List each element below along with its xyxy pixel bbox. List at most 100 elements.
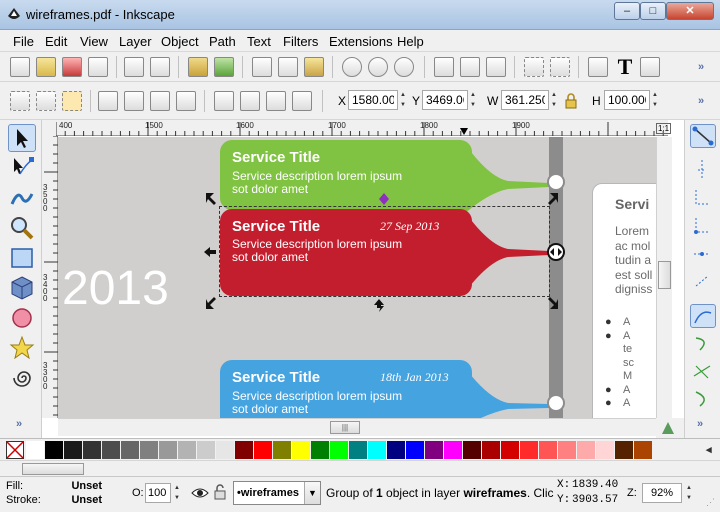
color-swatch[interactable] xyxy=(539,441,557,459)
x-field[interactable] xyxy=(348,90,398,110)
close-button[interactable]: ✕ xyxy=(666,2,714,20)
select-all-icon[interactable] xyxy=(10,91,30,111)
snap-paths-icon[interactable] xyxy=(690,332,716,356)
menu-extensions[interactable]: Extensions xyxy=(329,34,393,49)
color-swatch[interactable] xyxy=(178,441,196,459)
color-swatch[interactable] xyxy=(254,441,272,459)
visibility-eye-icon[interactable] xyxy=(191,485,209,501)
toolbox-overflow-icon[interactable]: » xyxy=(16,418,22,430)
lower-icon[interactable] xyxy=(266,91,286,111)
opacity-field[interactable] xyxy=(145,483,171,503)
horizontal-scrollbar[interactable]: ||| xyxy=(58,418,656,436)
3d-box-tool-icon[interactable] xyxy=(8,274,36,302)
flip-vertical-icon[interactable] xyxy=(176,91,196,111)
toolbar2-overflow-icon[interactable]: » xyxy=(698,95,704,107)
y-spinner[interactable]: ▲ ▼ xyxy=(468,90,478,110)
color-swatch[interactable] xyxy=(482,441,500,459)
menu-edit[interactable]: Edit xyxy=(45,34,67,49)
color-swatch[interactable] xyxy=(159,441,177,459)
ungroup-icon[interactable] xyxy=(550,57,570,77)
layer-dropdown[interactable]: •wireframes ▼ xyxy=(233,481,321,505)
zoom-selection-icon[interactable] xyxy=(342,57,362,77)
snap-bbox-midpoints-icon[interactable] xyxy=(690,242,716,266)
chevron-down-icon[interactable]: ▼ xyxy=(304,482,320,504)
color-swatch[interactable] xyxy=(292,441,310,459)
rectangle-tool-icon[interactable] xyxy=(8,244,36,272)
menu-text[interactable]: Text xyxy=(247,34,271,49)
color-swatch[interactable] xyxy=(330,441,348,459)
stroke-value[interactable]: Unset xyxy=(60,494,102,506)
menu-layer[interactable]: Layer xyxy=(119,34,152,49)
color-swatch[interactable] xyxy=(406,441,424,459)
zoom-spinner[interactable]: ▲ ▼ xyxy=(684,483,694,503)
zoom-drawing-icon[interactable] xyxy=(368,57,388,77)
paste-icon[interactable] xyxy=(304,57,324,77)
palette-menu-icon[interactable]: ◂ xyxy=(706,443,712,456)
snap-nodes-icon[interactable] xyxy=(690,304,716,328)
color-swatch[interactable] xyxy=(216,441,234,459)
import-icon[interactable] xyxy=(124,57,144,77)
export-icon[interactable] xyxy=(150,57,170,77)
node-tool-icon[interactable] xyxy=(8,154,36,182)
color-swatch[interactable] xyxy=(349,441,367,459)
menu-help[interactable]: Help xyxy=(397,34,424,49)
horizontal-scroll-thumb[interactable]: ||| xyxy=(330,421,360,434)
rotate-cw-icon[interactable] xyxy=(124,91,144,111)
raise-to-top-icon[interactable] xyxy=(214,91,234,111)
snap-bbox-edges-icon[interactable] xyxy=(690,186,716,210)
color-swatch[interactable] xyxy=(235,441,253,459)
snap-bbox-icon[interactable] xyxy=(690,158,716,182)
save-icon[interactable] xyxy=(62,57,82,77)
redo-icon[interactable] xyxy=(214,57,234,77)
color-swatch[interactable] xyxy=(596,441,614,459)
open-icon[interactable] xyxy=(36,57,56,77)
y-field[interactable] xyxy=(422,90,468,110)
color-swatch[interactable] xyxy=(102,441,120,459)
w-field[interactable] xyxy=(501,90,549,110)
zoom-field[interactable] xyxy=(642,483,682,503)
rotate-ccw-icon[interactable] xyxy=(98,91,118,111)
spiral-tool-icon[interactable] xyxy=(8,364,36,392)
menu-view[interactable]: View xyxy=(80,34,108,49)
color-swatch[interactable] xyxy=(26,441,44,459)
text-font-icon[interactable]: T xyxy=(614,54,636,80)
toolbar1-overflow-icon[interactable]: » xyxy=(698,61,704,73)
color-swatch[interactable] xyxy=(558,441,576,459)
color-swatch[interactable] xyxy=(45,441,63,459)
h-spinner[interactable]: ▲ ▼ xyxy=(650,90,660,110)
menu-path[interactable]: Path xyxy=(209,34,236,49)
horizontal-ruler[interactable]: 400 1500 1600 1700 1800 1900 1:1 xyxy=(56,120,672,136)
copy-icon[interactable] xyxy=(252,57,272,77)
snap-bbox-centers-icon[interactable] xyxy=(690,270,716,294)
vertical-ruler[interactable]: 3500 3400 3300 xyxy=(42,136,58,418)
no-paint-swatch-icon[interactable] xyxy=(6,441,24,459)
color-swatch[interactable] xyxy=(577,441,595,459)
snap-toggle-icon[interactable] xyxy=(690,124,716,148)
color-swatch[interactable] xyxy=(444,441,462,459)
w-spinner[interactable]: ▲ ▼ xyxy=(549,90,559,110)
color-swatch[interactable] xyxy=(520,441,538,459)
snap-intersections-icon[interactable] xyxy=(690,360,716,384)
cut-icon[interactable] xyxy=(278,57,298,77)
menu-file[interactable]: File xyxy=(13,34,34,49)
new-document-icon[interactable] xyxy=(10,57,30,77)
color-swatch[interactable] xyxy=(64,441,82,459)
color-swatch[interactable] xyxy=(425,441,443,459)
resize-grip-icon[interactable]: ⋰ xyxy=(706,497,715,508)
star-tool-icon[interactable] xyxy=(8,334,36,362)
zoom-page-icon[interactable] xyxy=(394,57,414,77)
snap-bbox-corners-icon[interactable] xyxy=(690,214,716,238)
color-manage-icon[interactable] xyxy=(660,420,676,436)
color-swatch[interactable] xyxy=(83,441,101,459)
deselect-icon[interactable] xyxy=(62,91,82,111)
maximize-button[interactable]: □ xyxy=(640,2,666,20)
fill-stroke-icon[interactable] xyxy=(588,57,608,77)
duplicate-icon[interactable] xyxy=(434,57,454,77)
palette-scrollbar[interactable] xyxy=(0,460,720,476)
palette-scroll-thumb[interactable] xyxy=(22,463,84,475)
lower-to-bottom-icon[interactable] xyxy=(292,91,312,111)
color-swatch[interactable] xyxy=(311,441,329,459)
print-icon[interactable] xyxy=(88,57,108,77)
color-swatch[interactable] xyxy=(368,441,386,459)
opacity-spinner[interactable]: ▲ ▼ xyxy=(172,483,182,503)
